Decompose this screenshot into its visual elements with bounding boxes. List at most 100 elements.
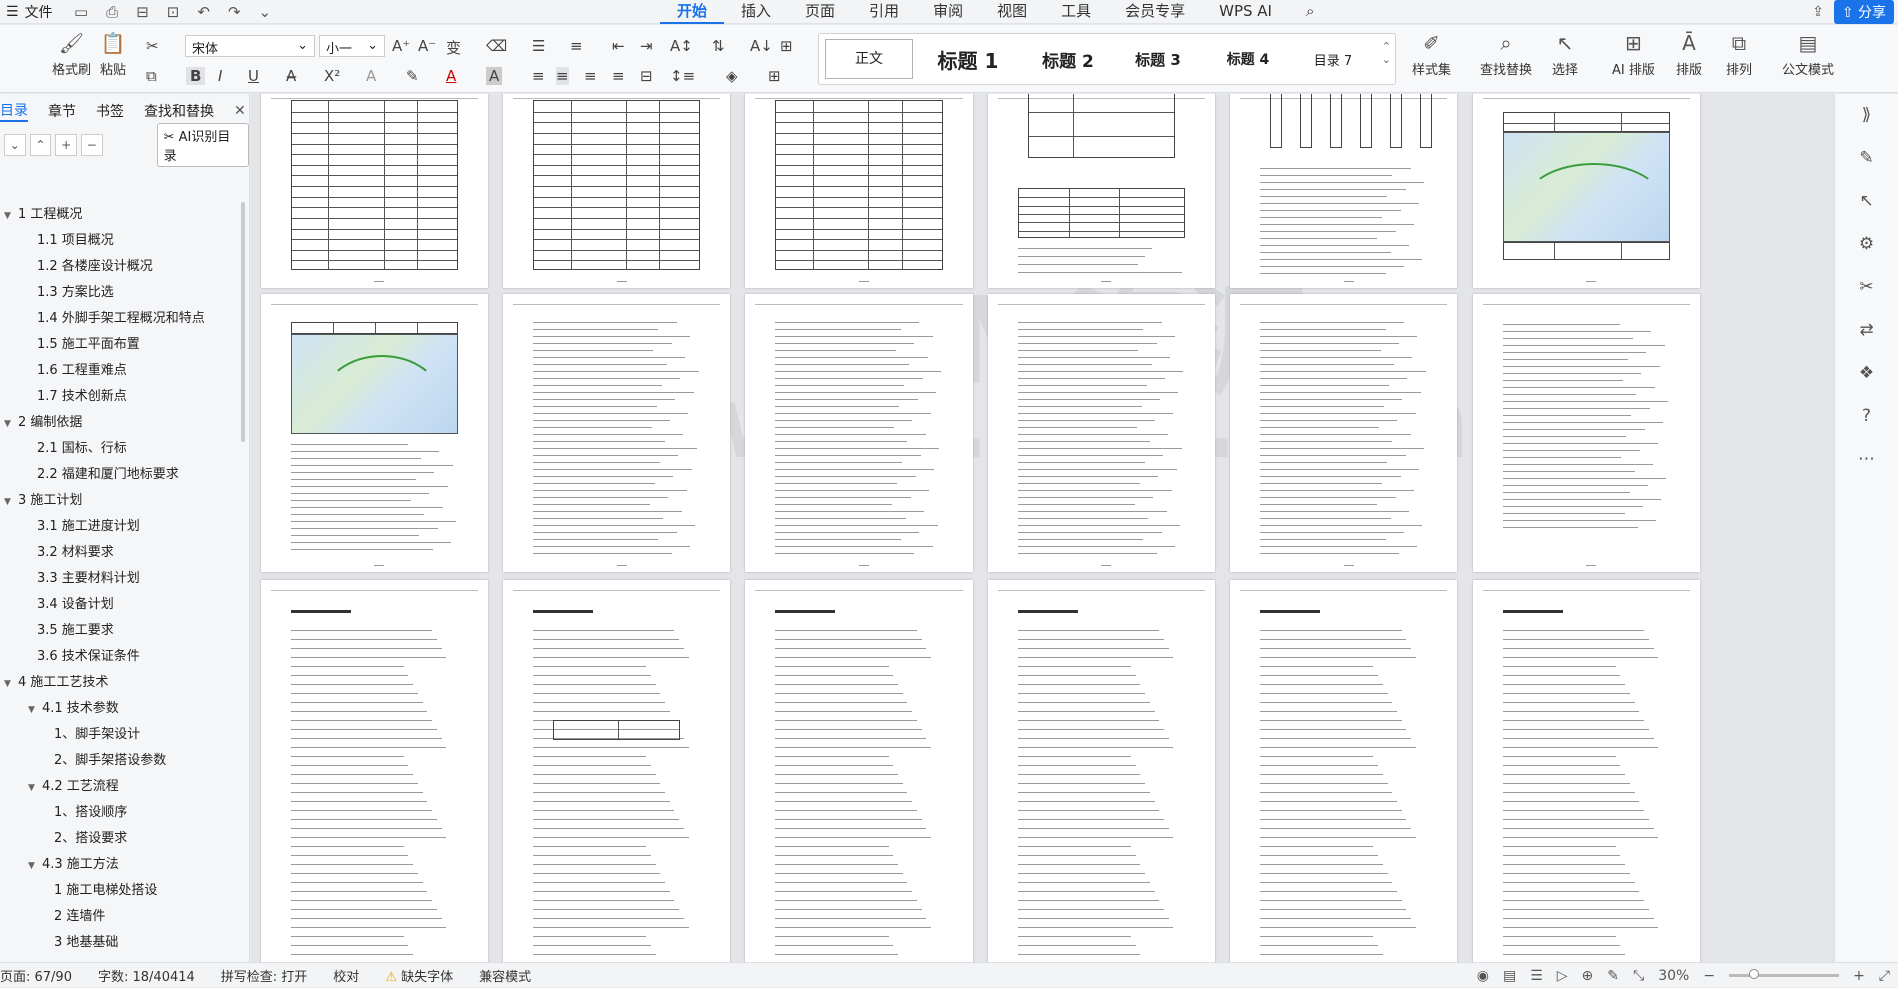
proofread[interactable]: 校对 [333, 966, 359, 985]
align-right-icon[interactable]: ≡ [584, 67, 597, 85]
tab-insert[interactable]: 插入 [724, 0, 788, 24]
remove-icon[interactable]: − [80, 134, 103, 156]
cut-icon[interactable]: ✂ [146, 37, 159, 55]
font-color-icon[interactable]: A [446, 67, 456, 85]
nav-tab-find-replace[interactable]: 查找和替换 [144, 101, 214, 121]
justify-icon[interactable]: ≡ [612, 67, 625, 85]
toc-item[interactable]: ▼ 4 施工工艺技术 [0, 670, 240, 696]
line-spacing-icon[interactable]: ↕≡ [670, 67, 695, 85]
toc-item[interactable]: 3.3 主要材料计划 [0, 566, 240, 592]
style-heading-3[interactable]: 标题 3 [1113, 49, 1203, 70]
toc-item[interactable]: 2、脚手架搭设参数 [0, 748, 240, 774]
expand-arrow-icon[interactable]: ▼ [4, 203, 18, 229]
zoom-out-icon[interactable]: − [1703, 968, 1715, 984]
compat-mode[interactable]: 兼容模式 [479, 966, 531, 985]
print-layout-icon[interactable]: ▤ [1503, 968, 1516, 984]
text-effect-icon[interactable]: A [366, 67, 376, 85]
missing-font[interactable]: ⚠ 缺失字体 [385, 966, 453, 985]
collapse-sidebar-icon[interactable]: ⟫ [1835, 94, 1898, 137]
tab-page[interactable]: 页面 [788, 0, 852, 24]
select-button[interactable]: ↖ 选择 [1552, 31, 1578, 78]
toc-item[interactable]: 3.5 施工要求 [0, 618, 240, 644]
text-direction-icon[interactable]: A↕ [670, 37, 693, 55]
cloud-upload-icon[interactable]: ⇪ [1812, 4, 1824, 20]
italic-icon[interactable]: I [218, 67, 222, 85]
style-toc-7[interactable]: 目录 7 [1293, 50, 1373, 69]
toc-item[interactable]: ▼ 2 编制依据 [0, 410, 240, 436]
move-up-icon[interactable]: ⌃ [29, 134, 52, 156]
nav-scrollbar[interactable] [241, 202, 245, 442]
expand-arrow-icon[interactable]: ▼ [4, 411, 18, 437]
border-icon[interactable]: ⊞ [768, 67, 781, 85]
save-icon[interactable]: ▭ [74, 3, 88, 21]
fit-icon[interactable]: ⤡ [1633, 968, 1644, 984]
numbered-list-icon[interactable]: ≡ [570, 37, 583, 55]
sort-az-icon[interactable]: A↓ [750, 37, 773, 55]
decrease-font-icon[interactable]: A⁻ [418, 37, 436, 55]
more-icon[interactable]: ⋯ [1835, 438, 1898, 481]
translate-icon[interactable]: ⇄ [1835, 309, 1898, 352]
distributed-icon[interactable]: ⊟ [640, 67, 653, 85]
play-icon[interactable]: ▷ [1557, 968, 1568, 984]
puzzle-icon[interactable]: ❖ [1835, 352, 1898, 395]
sort-icon[interactable]: ⇅ [712, 37, 725, 55]
nav-tab-toc[interactable]: 目录 [0, 100, 28, 122]
toc-item[interactable]: 1、脚手架设计 [0, 722, 240, 748]
underline-icon[interactable]: U [248, 67, 259, 85]
tab-wps-ai[interactable]: WPS AI [1202, 0, 1289, 24]
font-size-select[interactable]: 小一 ⌄ [319, 35, 385, 57]
toc-item[interactable]: ▼ 4.1 技术参数 [0, 696, 240, 722]
toc-item[interactable]: 2、搭设要求 [0, 826, 240, 852]
font-name-select[interactable]: 宋体 ⌄ [185, 35, 315, 57]
web-icon[interactable]: ⊕ [1582, 968, 1594, 984]
paste-button[interactable]: 📋 粘贴 [100, 31, 126, 78]
style-set-button[interactable]: ✐ 样式集 [1412, 31, 1451, 78]
toc-item[interactable]: ▼ 4.2 工艺流程 [0, 774, 240, 800]
zoom-slider[interactable] [1729, 969, 1840, 979]
toc-item[interactable]: 3.6 技术保证条件 [0, 644, 240, 670]
expand-arrow-icon[interactable]: ▼ [28, 697, 42, 723]
format-painter-button[interactable]: 🖌 格式刷 [52, 31, 91, 78]
toc-item[interactable]: 1 施工电梯处搭设 [0, 878, 240, 904]
outline-icon[interactable]: ☰ [1530, 968, 1543, 984]
print-icon[interactable]: ⊟ [136, 3, 149, 21]
toc-item[interactable]: 2.2 福建和厦门地标要求 [0, 462, 240, 488]
layout-button[interactable]: Ā 排版 [1676, 31, 1702, 78]
expand-arrow-icon[interactable]: ▼ [28, 853, 42, 879]
zoom-in-icon[interactable]: + [1853, 968, 1865, 984]
show-marks-icon[interactable]: ⊞ [780, 37, 793, 55]
expand-arrow-icon[interactable]: ▼ [4, 489, 18, 515]
pointer-icon[interactable]: ↖ [1835, 180, 1898, 223]
search-icon[interactable]: ⌕ [1289, 0, 1331, 24]
spell-check[interactable]: 拼写检查: 打开 [221, 966, 308, 985]
toc-item[interactable]: 1.7 技术创新点 [0, 384, 240, 410]
shading-icon[interactable]: ◈ [726, 67, 738, 85]
share-button[interactable]: ⇧ 分享 [1833, 0, 1894, 24]
superscript-icon[interactable]: X² [324, 67, 340, 85]
file-menu[interactable]: ☰ 文件 [0, 2, 60, 22]
expand-arrow-icon[interactable]: ▼ [28, 775, 42, 801]
tab-references[interactable]: 引用 [852, 0, 916, 24]
help-icon[interactable]: ? [1835, 395, 1898, 438]
page-indicator[interactable]: 页面: 67/90 [0, 966, 72, 985]
tab-tools[interactable]: 工具 [1044, 0, 1108, 24]
bold-icon[interactable]: B [186, 67, 206, 85]
toc-item[interactable]: 2 连墙件 [0, 904, 240, 930]
increase-font-icon[interactable]: A⁺ [392, 37, 410, 55]
word-count[interactable]: 字数: 18/40414 [98, 966, 195, 985]
ai-toc-button[interactable]: ✂ AI识别目录 [156, 123, 250, 167]
pen-icon[interactable]: ✎ [1607, 968, 1619, 984]
ai-layout-button[interactable]: ⊞ AI 排版 [1612, 31, 1655, 78]
edit-icon[interactable]: ✎ [1835, 137, 1898, 180]
gallery-more-icon[interactable]: ⌃ ⌄ [1382, 40, 1391, 66]
style-heading-4[interactable]: 标题 4 [1203, 49, 1293, 69]
tab-review[interactable]: 审阅 [916, 0, 980, 24]
toc-item[interactable]: 3 地基基础 [0, 930, 240, 956]
official-mode-button[interactable]: ▤ 公文模式 [1782, 31, 1834, 78]
nav-tab-chapters[interactable]: 章节 [48, 101, 76, 121]
toc-item[interactable]: ▼ 1 工程概况 [0, 202, 240, 228]
decrease-indent-icon[interactable]: ⇤ [612, 37, 625, 55]
style-normal[interactable]: 正文 [825, 39, 913, 79]
zoom-slider-knob[interactable] [1749, 969, 1760, 979]
collapse-icon[interactable]: ⌄ [4, 134, 26, 156]
